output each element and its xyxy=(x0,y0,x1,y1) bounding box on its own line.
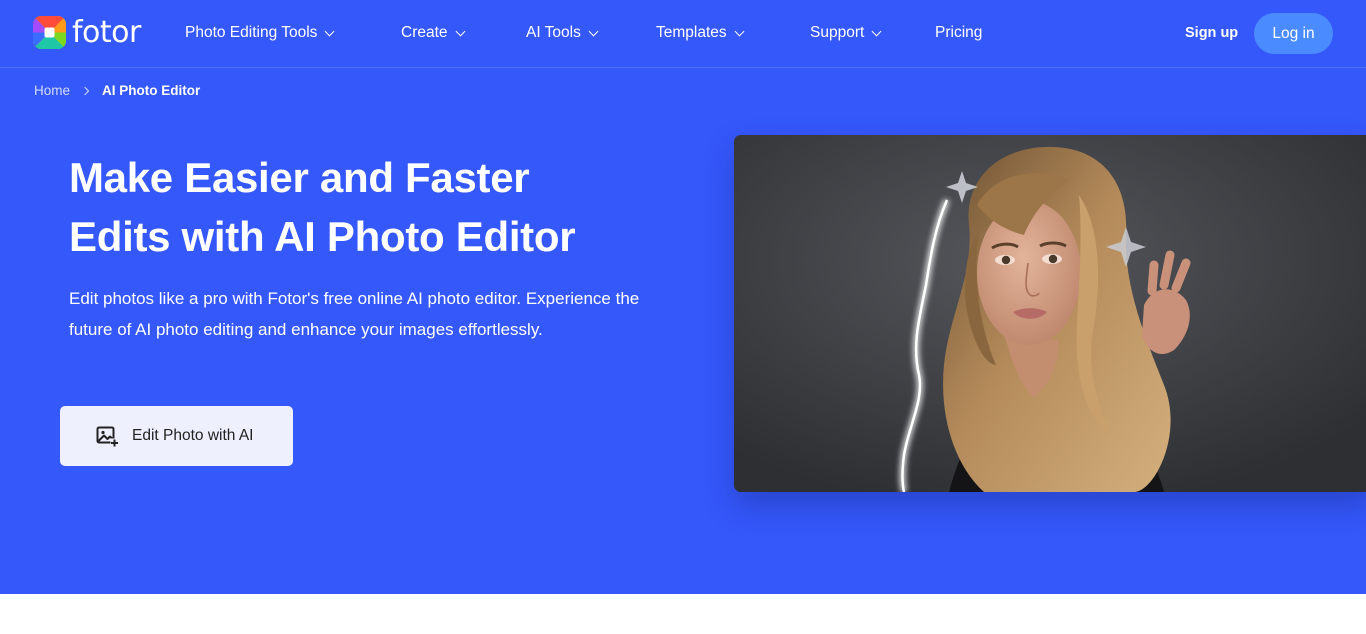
hero-photo xyxy=(734,135,1366,492)
cta-label: Edit Photo with AI xyxy=(132,427,254,444)
sign-up-link[interactable]: Sign up xyxy=(1185,22,1238,44)
page-title: Make Easier and Faster Edits with AI Pho… xyxy=(69,148,689,266)
nav-item-label: AI Tools xyxy=(526,24,581,41)
nav-item-pricing[interactable]: Pricing xyxy=(935,22,982,44)
hero-section: fotor Photo Editing Tools Create AI Tool… xyxy=(0,0,1366,594)
chevron-down-icon xyxy=(734,26,745,36)
nav-item-label: Support xyxy=(810,24,865,41)
portrait-illustration xyxy=(734,135,1366,492)
nav-item-label: Pricing xyxy=(935,24,983,41)
nav-item-label: Create xyxy=(401,24,448,41)
nav-item-ai-tools[interactable]: AI Tools xyxy=(526,22,599,44)
log-in-button[interactable]: Log in xyxy=(1254,13,1333,54)
logo-icon xyxy=(33,16,66,49)
breadcrumb: Home AI Photo Editor xyxy=(34,82,200,100)
page-title-line-2: Edits with AI Photo Editor xyxy=(69,213,576,260)
nav-item-label: Photo Editing Tools xyxy=(185,24,318,41)
chevron-down-icon xyxy=(455,26,465,36)
hero-description: Edit photos like a pro with Fotor's free… xyxy=(69,289,640,339)
breadcrumb-home-link[interactable]: Home xyxy=(34,82,70,100)
nav-item-templates[interactable]: Templates xyxy=(656,22,745,44)
nav-item-photo-editing-tools[interactable]: Photo Editing Tools xyxy=(185,22,335,44)
nav-item-create[interactable]: Create xyxy=(401,22,465,44)
chevron-right-icon xyxy=(80,86,90,96)
chevron-down-icon xyxy=(324,26,335,36)
fotor-logo[interactable]: fotor xyxy=(33,16,141,49)
top-navigation: fotor Photo Editing Tools Create AI Tool… xyxy=(0,0,1366,68)
breadcrumb-current: AI Photo Editor xyxy=(102,83,201,98)
nav-item-label: Templates xyxy=(656,24,727,41)
brand-name: fotor xyxy=(72,14,141,50)
image-add-icon xyxy=(96,426,119,447)
chevron-down-icon xyxy=(588,26,599,36)
page-title-line-1: Make Easier and Faster xyxy=(69,154,530,201)
edit-photo-with-ai-button[interactable]: Edit Photo with AI xyxy=(60,406,293,466)
chevron-down-icon xyxy=(871,26,882,36)
nav-item-support[interactable]: Support xyxy=(810,22,882,44)
